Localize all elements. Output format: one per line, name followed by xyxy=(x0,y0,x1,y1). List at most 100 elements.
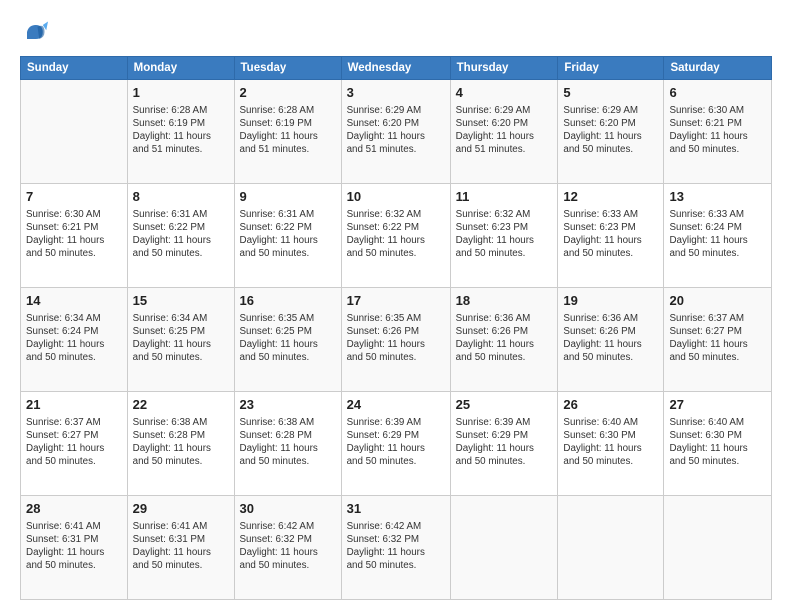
day-info: Sunrise: 6:29 AM Sunset: 6:20 PM Dayligh… xyxy=(347,104,445,157)
week-row-4: 28 Sunrise: 6:41 AM Sunset: 6:31 PM Dayli… xyxy=(21,496,772,600)
header xyxy=(20,18,772,46)
day-info: Sunrise: 6:34 AM Sunset: 6:25 PM Dayligh… xyxy=(133,312,229,365)
calendar-cell: 5 Sunrise: 6:29 AM Sunset: 6:20 PM Daylig… xyxy=(558,80,664,184)
header-cell-monday: Monday xyxy=(127,57,234,80)
day-info: Sunrise: 6:28 AM Sunset: 6:19 PM Dayligh… xyxy=(133,104,229,157)
calendar-cell xyxy=(664,496,772,600)
day-number: 7 xyxy=(26,188,122,206)
header-cell-thursday: Thursday xyxy=(450,57,558,80)
day-info: Sunrise: 6:30 AM Sunset: 6:21 PM Dayligh… xyxy=(26,208,122,261)
day-number: 13 xyxy=(669,188,766,206)
day-number: 25 xyxy=(456,396,553,414)
day-info: Sunrise: 6:35 AM Sunset: 6:25 PM Dayligh… xyxy=(240,312,336,365)
calendar-cell: 22 Sunrise: 6:38 AM Sunset: 6:28 PM Dayli… xyxy=(127,392,234,496)
day-number: 6 xyxy=(669,84,766,102)
calendar-cell: 30 Sunrise: 6:42 AM Sunset: 6:32 PM Dayli… xyxy=(234,496,341,600)
day-number: 16 xyxy=(240,292,336,310)
day-info: Sunrise: 6:28 AM Sunset: 6:19 PM Dayligh… xyxy=(240,104,336,157)
calendar-cell: 2 Sunrise: 6:28 AM Sunset: 6:19 PM Daylig… xyxy=(234,80,341,184)
calendar-cell: 16 Sunrise: 6:35 AM Sunset: 6:25 PM Dayli… xyxy=(234,288,341,392)
calendar-cell: 12 Sunrise: 6:33 AM Sunset: 6:23 PM Dayli… xyxy=(558,184,664,288)
calendar-cell xyxy=(21,80,128,184)
calendar-cell: 29Sunrise: 6:41 AM Sunset: 6:31 PM Dayli… xyxy=(127,496,234,600)
day-number: 18 xyxy=(456,292,553,310)
day-number: 4 xyxy=(456,84,553,102)
day-info: Sunrise: 6:36 AM Sunset: 6:26 PM Dayligh… xyxy=(456,312,553,365)
calendar-cell: 6 Sunrise: 6:30 AM Sunset: 6:21 PM Daylig… xyxy=(664,80,772,184)
day-info: Sunrise: 6:30 AM Sunset: 6:21 PM Dayligh… xyxy=(669,104,766,157)
day-number: 8 xyxy=(133,188,229,206)
day-info: Sunrise: 6:31 AM Sunset: 6:22 PM Dayligh… xyxy=(240,208,336,261)
header-cell-tuesday: Tuesday xyxy=(234,57,341,80)
calendar-cell: 21 Sunrise: 6:37 AM Sunset: 6:27 PM Dayli… xyxy=(21,392,128,496)
calendar-cell: 25 Sunrise: 6:39 AM Sunset: 6:29 PM Dayli… xyxy=(450,392,558,496)
header-row: SundayMondayTuesdayWednesdayThursdayFrid… xyxy=(21,57,772,80)
day-info: Sunrise: 6:37 AM Sunset: 6:27 PM Dayligh… xyxy=(26,416,122,469)
day-info: Sunrise: 6:31 AM Sunset: 6:22 PM Dayligh… xyxy=(133,208,229,261)
day-info: Sunrise: 6:38 AM Sunset: 6:28 PM Dayligh… xyxy=(240,416,336,469)
week-row-1: 7 Sunrise: 6:30 AM Sunset: 6:21 PM Daylig… xyxy=(21,184,772,288)
calendar-cell: 28Sunrise: 6:41 AM Sunset: 6:31 PM Dayli… xyxy=(21,496,128,600)
day-number: 1 xyxy=(133,84,229,102)
calendar-cell: 26Sunrise: 6:40 AM Sunset: 6:30 PM Dayli… xyxy=(558,392,664,496)
day-number: 30 xyxy=(240,500,336,518)
day-number: 12 xyxy=(563,188,658,206)
calendar-cell: 1 Sunrise: 6:28 AM Sunset: 6:19 PM Daylig… xyxy=(127,80,234,184)
day-info: Sunrise: 6:40 AM Sunset: 6:30 PM Dayligh… xyxy=(669,416,766,469)
day-info: Sunrise: 6:29 AM Sunset: 6:20 PM Dayligh… xyxy=(456,104,553,157)
day-number: 2 xyxy=(240,84,336,102)
calendar-cell: 3 Sunrise: 6:29 AM Sunset: 6:20 PM Daylig… xyxy=(341,80,450,184)
day-number: 31 xyxy=(347,500,445,518)
day-number: 5 xyxy=(563,84,658,102)
day-info: Sunrise: 6:36 AM Sunset: 6:26 PM Dayligh… xyxy=(563,312,658,365)
day-info: Sunrise: 6:39 AM Sunset: 6:29 PM Dayligh… xyxy=(456,416,553,469)
day-info: Sunrise: 6:42 AM Sunset: 6:32 PM Dayligh… xyxy=(240,520,336,573)
calendar-cell: 18 Sunrise: 6:36 AM Sunset: 6:26 PM Dayli… xyxy=(450,288,558,392)
calendar-table: SundayMondayTuesdayWednesdayThursdayFrid… xyxy=(20,56,772,600)
day-info: Sunrise: 6:33 AM Sunset: 6:23 PM Dayligh… xyxy=(563,208,658,261)
day-info: Sunrise: 6:33 AM Sunset: 6:24 PM Dayligh… xyxy=(669,208,766,261)
week-row-3: 21 Sunrise: 6:37 AM Sunset: 6:27 PM Dayli… xyxy=(21,392,772,496)
calendar-cell: 11 Sunrise: 6:32 AM Sunset: 6:23 PM Dayli… xyxy=(450,184,558,288)
day-info: Sunrise: 6:42 AM Sunset: 6:32 PM Dayligh… xyxy=(347,520,445,573)
calendar-cell: 15Sunrise: 6:34 AM Sunset: 6:25 PM Dayli… xyxy=(127,288,234,392)
day-info: Sunrise: 6:29 AM Sunset: 6:20 PM Dayligh… xyxy=(563,104,658,157)
day-info: Sunrise: 6:38 AM Sunset: 6:28 PM Dayligh… xyxy=(133,416,229,469)
calendar-cell xyxy=(558,496,664,600)
logo xyxy=(20,18,52,46)
calendar-cell: 7 Sunrise: 6:30 AM Sunset: 6:21 PM Daylig… xyxy=(21,184,128,288)
calendar-cell: 19Sunrise: 6:36 AM Sunset: 6:26 PM Dayli… xyxy=(558,288,664,392)
week-row-0: 1 Sunrise: 6:28 AM Sunset: 6:19 PM Daylig… xyxy=(21,80,772,184)
day-info: Sunrise: 6:32 AM Sunset: 6:23 PM Dayligh… xyxy=(456,208,553,261)
header-cell-saturday: Saturday xyxy=(664,57,772,80)
calendar-cell: 14 Sunrise: 6:34 AM Sunset: 6:24 PM Dayli… xyxy=(21,288,128,392)
day-number: 24 xyxy=(347,396,445,414)
day-number: 3 xyxy=(347,84,445,102)
day-number: 28 xyxy=(26,500,122,518)
day-info: Sunrise: 6:39 AM Sunset: 6:29 PM Dayligh… xyxy=(347,416,445,469)
day-info: Sunrise: 6:34 AM Sunset: 6:24 PM Dayligh… xyxy=(26,312,122,365)
calendar-cell: 24 Sunrise: 6:39 AM Sunset: 6:29 PM Dayli… xyxy=(341,392,450,496)
page: SundayMondayTuesdayWednesdayThursdayFrid… xyxy=(0,0,792,612)
day-number: 10 xyxy=(347,188,445,206)
calendar-cell: 17Sunrise: 6:35 AM Sunset: 6:26 PM Dayli… xyxy=(341,288,450,392)
calendar-cell: 27 Sunrise: 6:40 AM Sunset: 6:30 PM Dayli… xyxy=(664,392,772,496)
day-info: Sunrise: 6:35 AM Sunset: 6:26 PM Dayligh… xyxy=(347,312,445,365)
week-row-2: 14 Sunrise: 6:34 AM Sunset: 6:24 PM Dayli… xyxy=(21,288,772,392)
day-number: 11 xyxy=(456,188,553,206)
day-number: 9 xyxy=(240,188,336,206)
calendar-cell: 23 Sunrise: 6:38 AM Sunset: 6:28 PM Dayli… xyxy=(234,392,341,496)
calendar-cell: 8 Sunrise: 6:31 AM Sunset: 6:22 PM Daylig… xyxy=(127,184,234,288)
day-number: 23 xyxy=(240,396,336,414)
day-info: Sunrise: 6:41 AM Sunset: 6:31 PM Dayligh… xyxy=(133,520,229,573)
day-info: Sunrise: 6:37 AM Sunset: 6:27 PM Dayligh… xyxy=(669,312,766,365)
day-number: 14 xyxy=(26,292,122,310)
day-info: Sunrise: 6:32 AM Sunset: 6:22 PM Dayligh… xyxy=(347,208,445,261)
calendar-cell: 13 Sunrise: 6:33 AM Sunset: 6:24 PM Dayli… xyxy=(664,184,772,288)
day-number: 21 xyxy=(26,396,122,414)
header-cell-friday: Friday xyxy=(558,57,664,80)
calendar-cell: 4 Sunrise: 6:29 AM Sunset: 6:20 PM Daylig… xyxy=(450,80,558,184)
logo-icon xyxy=(20,18,48,46)
day-number: 27 xyxy=(669,396,766,414)
day-number: 22 xyxy=(133,396,229,414)
